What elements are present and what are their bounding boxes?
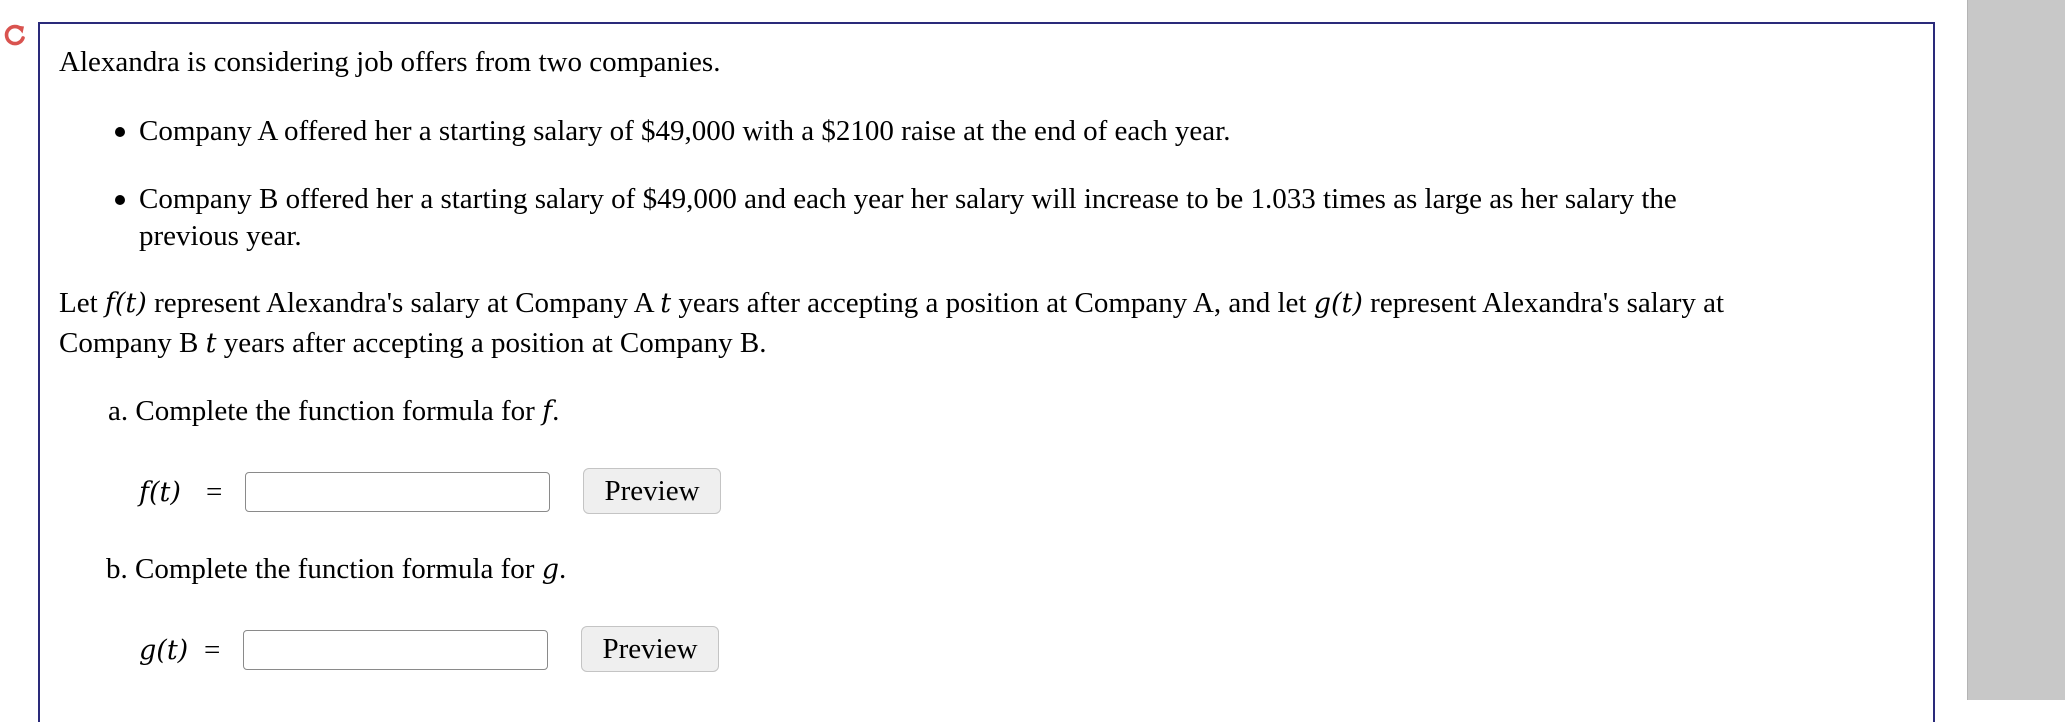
bullet-dot — [115, 195, 125, 205]
t-var: t — [205, 328, 217, 359]
part-b-lhs: g(t) — [139, 635, 189, 666]
f-of-t: f(t) — [104, 288, 147, 319]
let-paragraph-line1: Let f(t) represent Alexandra's salary at… — [59, 285, 1724, 322]
part-b-period: . — [559, 553, 567, 585]
bullet-company-a: Company A offered her a starting salary … — [139, 115, 1231, 147]
scrollbar-track[interactable] — [1967, 0, 2065, 700]
preview-button-b[interactable]: Preview — [581, 626, 719, 672]
bullet-company-b-line1: Company B offered her a starting salary … — [139, 183, 1677, 215]
bullet-dot — [115, 127, 125, 137]
part-a-text: a. Complete the function formula for — [108, 395, 543, 427]
reload-icon[interactable] — [2, 22, 28, 48]
g-of-t: g(t) — [1313, 288, 1363, 319]
part-a-equals: = — [206, 476, 223, 508]
problem-intro: Alexandra is considering job offers from… — [59, 46, 721, 78]
f-formula-input[interactable] — [245, 472, 550, 512]
let-paragraph-line2: Company B t years after accepting a posi… — [59, 325, 767, 362]
let-text: years after accepting a position at Comp… — [671, 287, 1314, 319]
let-text: Company B — [59, 327, 206, 359]
preview-button-a[interactable]: Preview — [583, 468, 721, 514]
part-b-equals: = — [204, 634, 221, 666]
part-a-period: . — [552, 395, 560, 427]
let-text: represent Alexandra's salary at — [1362, 287, 1725, 319]
bullet-company-b-line2: previous year. — [139, 220, 302, 252]
part-a-lhs: f(t) — [139, 477, 181, 508]
let-text: years after accepting a position at Comp… — [216, 327, 767, 359]
g-formula-input[interactable] — [243, 630, 548, 670]
part-b-prompt: b. Complete the function formula for g. — [106, 551, 566, 588]
let-text: represent Alexandra's salary at Company … — [146, 287, 661, 319]
part-a-prompt: a. Complete the function formula for f. — [108, 393, 559, 430]
part-b-var: g — [541, 554, 559, 585]
t-var: t — [660, 288, 672, 319]
let-text: Let — [59, 287, 105, 319]
part-a-var: f — [542, 396, 553, 427]
part-b-text: b. Complete the function formula for — [106, 553, 542, 585]
